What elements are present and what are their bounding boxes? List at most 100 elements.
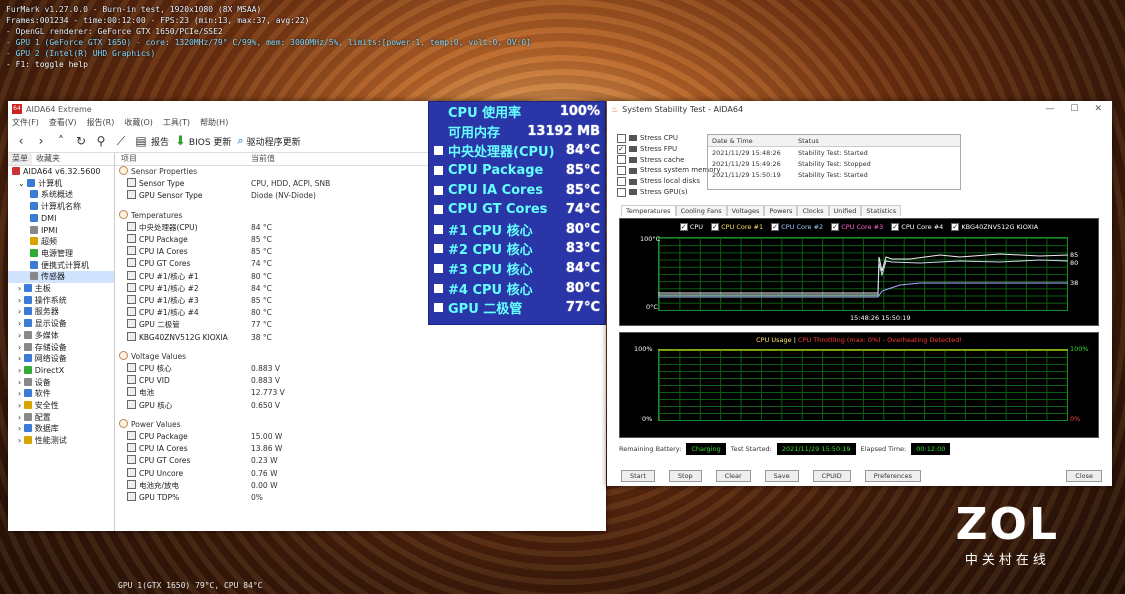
up-icon[interactable]: ˄ — [54, 134, 68, 148]
tree-item[interactable]: › 服务器 — [8, 306, 114, 318]
menu-item[interactable]: 文件(F) — [12, 117, 39, 130]
back-icon[interactable]: ‹ — [14, 134, 28, 148]
tree-item[interactable]: 计算机名称 — [8, 201, 114, 213]
expand-icon[interactable]: › — [18, 284, 24, 293]
stress-option[interactable]: Stress GPU(s) — [617, 187, 721, 198]
tab-favorites[interactable]: 收藏夹 — [32, 153, 64, 165]
sst-titlebar[interactable]: ♨ System Stability Test - AIDA64 — ☐ ✕ — [607, 101, 1112, 117]
tree-item[interactable]: › 主板 — [8, 283, 114, 295]
log-row[interactable]: 2021/11/29 15:49:26 Stability Test: Stopp… — [708, 158, 960, 169]
tree-item[interactable]: › 软件 — [8, 388, 114, 400]
log-row[interactable]: 2021/11/29 15:50:19 Stability Test: Start… — [708, 169, 960, 180]
tree-item[interactable]: › 设备 — [8, 377, 114, 389]
tree-item[interactable]: › 数据库 — [8, 423, 114, 435]
stress-checkbox[interactable] — [617, 166, 626, 176]
stress-checkbox[interactable] — [617, 133, 626, 143]
tree-item[interactable]: › 配置 — [8, 412, 114, 424]
log-row[interactable]: 2021/11/29 15:48:26 Stability Test: Start… — [708, 147, 960, 158]
sensor-row[interactable]: KBG40ZNV512G KIOXIA 38 °C — [115, 331, 606, 344]
expand-icon[interactable]: ⌄ — [18, 179, 27, 188]
button-start[interactable]: Start — [621, 470, 655, 482]
button-save[interactable]: Save — [764, 470, 799, 482]
graph-tab[interactable]: Temperatures — [621, 205, 676, 216]
button-cpuid[interactable]: CPUID — [812, 470, 851, 482]
button-preferences[interactable]: Preferences — [864, 470, 922, 482]
expand-icon[interactable]: › — [18, 401, 24, 410]
expand-icon[interactable]: › — [18, 366, 24, 375]
stress-checkbox[interactable] — [617, 187, 626, 197]
expand-icon[interactable]: › — [18, 389, 24, 398]
stress-option[interactable]: Stress local disks — [617, 176, 721, 187]
tree-item[interactable]: › 操作系统 — [8, 295, 114, 307]
close-icon[interactable]: ✕ — [1094, 104, 1102, 114]
expand-icon[interactable]: › — [18, 436, 24, 445]
tree-item[interactable]: 系统概述 — [8, 189, 114, 201]
tree-item[interactable]: 传感器 — [8, 271, 114, 284]
sensor-row[interactable]: CPU VID 0.883 V — [115, 375, 606, 387]
tree-item[interactable]: › 安全性 — [8, 400, 114, 412]
tree-item[interactable]: 便携式计算机 — [8, 260, 114, 272]
menu-item[interactable]: 收藏(O) — [124, 117, 153, 130]
sensor-row[interactable]: CPU IA Cores 13.86 W — [115, 443, 606, 455]
expand-icon[interactable]: › — [18, 424, 24, 433]
menu-item[interactable]: 工具(T) — [163, 117, 190, 130]
expand-icon[interactable]: › — [18, 319, 24, 328]
sensor-row[interactable]: CPU GT Cores 0.23 W — [115, 455, 606, 467]
tree-item[interactable]: 超频 — [8, 236, 114, 248]
sensor-row[interactable]: CPU Uncore 0.76 W — [115, 467, 606, 480]
expand-icon[interactable]: › — [18, 307, 24, 316]
sensor-row[interactable]: CPU 核心 0.883 V — [115, 363, 606, 375]
sensor-group[interactable]: Power Values — [115, 418, 606, 431]
button-stop[interactable]: Stop — [668, 470, 702, 482]
tree-item[interactable]: IPMI — [8, 225, 114, 237]
refresh-icon[interactable]: ↻ — [74, 134, 88, 148]
tree-item[interactable]: › 多媒体 — [8, 330, 114, 342]
graph-tab[interactable]: Voltages — [726, 205, 765, 216]
graph-tab[interactable]: Cooling Fans — [675, 205, 727, 216]
button-close[interactable]: Close — [1066, 470, 1102, 482]
tree-item[interactable]: ⌄ 计算机 — [8, 178, 114, 190]
tree-item[interactable]: › 性能测试 — [8, 435, 114, 447]
forward-icon[interactable]: › — [34, 134, 48, 148]
expand-icon[interactable]: › — [18, 354, 24, 363]
chart-icon[interactable]: ⟋ — [114, 134, 128, 148]
graph-tab[interactable]: Unified — [828, 205, 862, 216]
tree-item[interactable]: › 网络设备 — [8, 353, 114, 365]
stress-option[interactable]: Stress FPU — [617, 144, 721, 155]
stress-option[interactable]: Stress cache — [617, 155, 721, 166]
report-button[interactable]: ▤ 报告 — [134, 134, 169, 148]
column-value[interactable]: 当前值 — [251, 153, 275, 165]
sensor-row[interactable]: CPU Package 15.00 W — [115, 431, 606, 443]
tab-menu[interactable]: 菜单 — [8, 153, 32, 165]
tree-item[interactable]: › DirectX — [8, 365, 114, 377]
expand-icon[interactable]: › — [18, 296, 24, 305]
tree-item[interactable]: DMI — [8, 213, 114, 225]
expand-icon[interactable]: › — [18, 378, 24, 387]
minimize-icon[interactable]: — — [1045, 104, 1054, 114]
sensor-row[interactable]: GPU TDP% 0% — [115, 492, 606, 504]
stress-checkbox[interactable] — [617, 155, 626, 165]
menu-item[interactable]: 帮助(H) — [200, 117, 228, 130]
tree-item[interactable]: › 显示设备 — [8, 318, 114, 330]
graph-tab[interactable]: Statistics — [861, 205, 902, 216]
expand-icon[interactable]: › — [18, 331, 24, 340]
column-item[interactable]: 项目 — [115, 153, 251, 165]
tree-item[interactable]: 电源管理 — [8, 248, 114, 260]
bios-update-button[interactable]: ⬇ BIOS 更新 — [175, 134, 231, 149]
sensor-row[interactable]: GPU 核心 0.650 V — [115, 399, 606, 412]
sensor-row[interactable]: 电池充/放电 0.00 W — [115, 479, 606, 492]
user-icon[interactable]: ⚲ — [94, 134, 108, 148]
menu-item[interactable]: 报告(R) — [87, 117, 115, 130]
stress-option[interactable]: Stress system memory — [617, 165, 721, 176]
stress-checkbox[interactable] — [617, 144, 626, 154]
graph-tab[interactable]: Powers — [764, 205, 798, 216]
button-clear[interactable]: Clear — [715, 470, 751, 482]
tree-item[interactable]: › 存储设备 — [8, 342, 114, 354]
tree-item[interactable]: AIDA64 v6.32.5600 — [8, 166, 114, 178]
stress-checkbox[interactable] — [617, 177, 626, 187]
expand-icon[interactable]: › — [18, 413, 24, 422]
sensor-group[interactable]: Voltage Values — [115, 350, 606, 363]
stress-option[interactable]: Stress CPU — [617, 133, 721, 144]
sensor-row[interactable]: 电池 12.773 V — [115, 387, 606, 399]
driver-update-button[interactable]: ⌕ 驱动程序更新 — [237, 134, 300, 148]
